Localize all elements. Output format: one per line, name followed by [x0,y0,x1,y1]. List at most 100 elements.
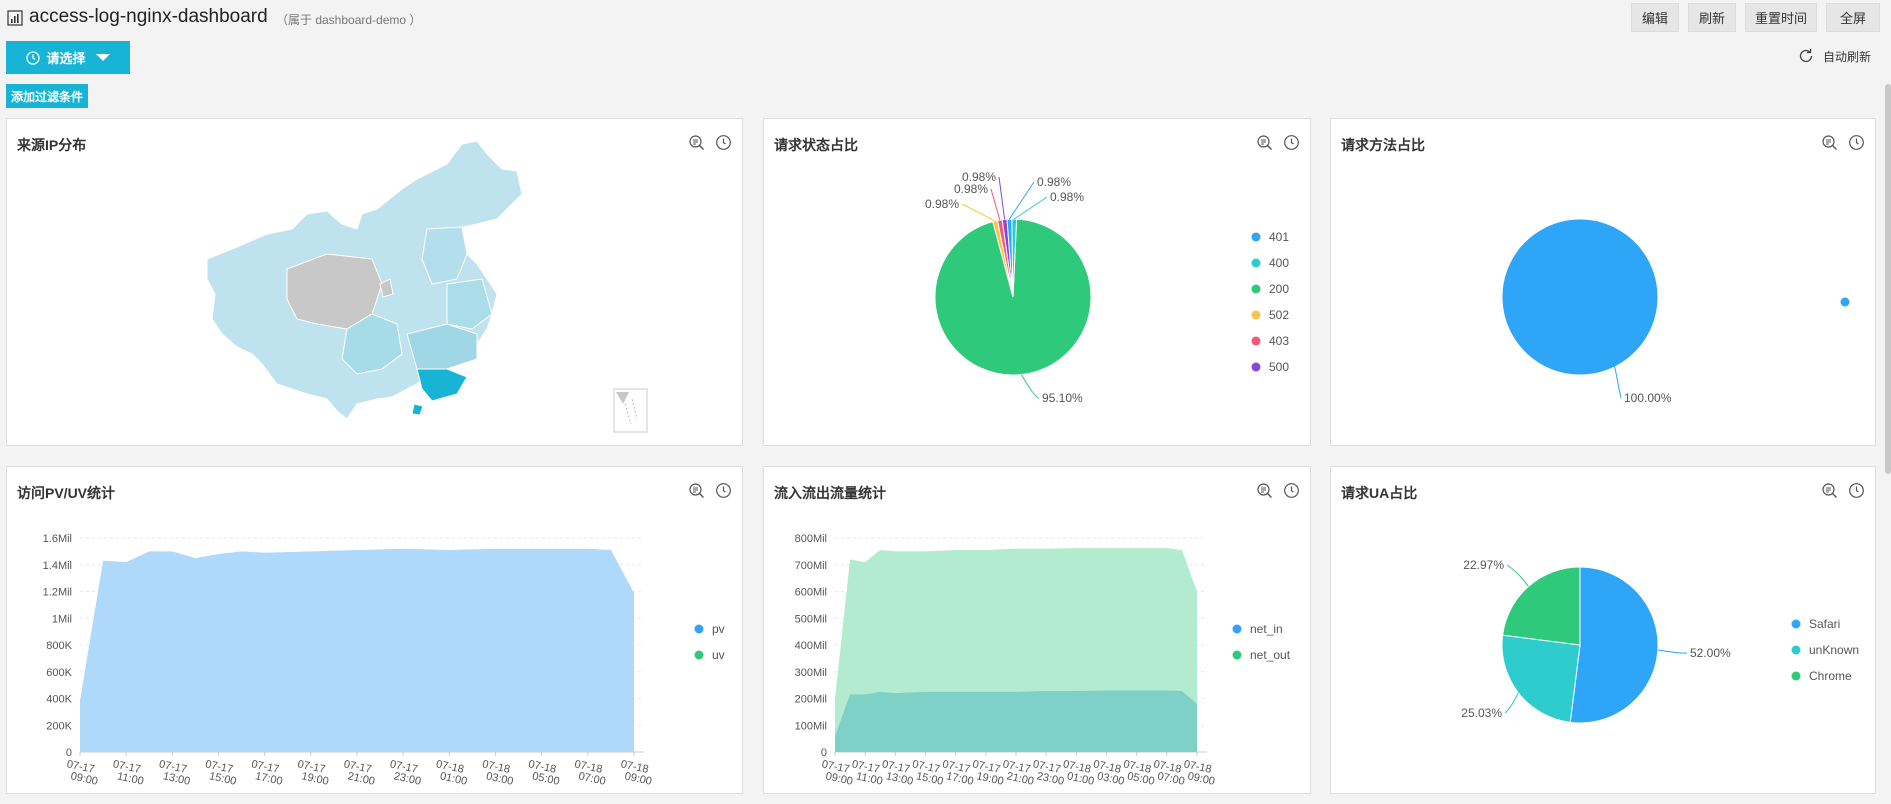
y-tick-label: 800K [46,640,72,652]
x-tick-label: 07-1803:00 [1090,758,1128,788]
x-tick-label: 07-1809:00 [1180,758,1218,788]
status-pie-chart: 95.10%0.98%0.98%0.98% 0.98%0.98%401400200… [925,170,1289,405]
map-region-guangdong[interactable] [416,368,468,402]
legend-marker-Safari [1791,619,1801,629]
legend-label-Safari: Safari [1809,617,1840,631]
panel-ip-distribution: 来源IP分布 [6,118,743,446]
auto-refresh-label: 自动刷新 [1822,49,1871,64]
y-tick-label: 600Mil [795,587,827,599]
time-select-button[interactable]: 请选择 [6,41,130,74]
x-tick-label: 07-1709:00 [63,758,101,788]
x-tick-label: 07-1805:00 [1120,758,1158,788]
pie-leader-line [961,203,996,222]
pie-data-label: 0.98% [954,182,988,196]
panel-status-ratio: 请求状态占比 95.10% 0.98% 0.98% 0.98% 0.98% 0.98% 40… [763,118,1311,446]
traffic-area-chart: 0 100Mil 200Mil 300Mil 400Mil 500Mil 600Mil 700… [795,533,1291,788]
pv-uv-area-chart: 0 200K 400K 600K 800K 1Mil 1.2Mil 1.4Mil 1.6Mil 0… [43,533,725,788]
edit-button[interactable]: 编辑 [1631,3,1679,32]
y-tick-label: 1.4Mil [43,560,72,572]
legend-marker-502 [1251,310,1261,320]
area-series-net_in [835,690,1197,752]
x-tick-label: 07-1715:00 [202,758,240,788]
pie-leader-line [1657,649,1688,654]
panel-traffic: 流入流出流量统计 0 100Mil 200Mil 300Mil 400Mil 500Mil… [763,466,1311,794]
pie-leader-line [1013,196,1048,220]
pie-data-label: 22.97% [1463,558,1504,572]
legend-marker-pv [694,624,704,634]
legend-label-unKnown: unKnown [1809,643,1859,657]
pie-data-label: 0.98% [962,170,996,184]
map-region-hainan[interactable] [411,403,424,416]
x-tick-label: 07-1717:00 [939,758,977,788]
legend-marker-403 [1251,336,1261,346]
page-subtitle: （属于 dashboard-demo ） [276,13,422,27]
add-filter-button[interactable]: 添加过滤条件 [6,84,89,108]
y-tick-label: 0 [821,747,827,759]
legend-label-502: 502 [1269,308,1289,322]
refresh-button[interactable]: 刷新 [1688,3,1736,32]
legend-marker-unKnown [1791,645,1801,655]
legend-marker-401 [1251,232,1261,242]
x-tick-label: 07-1801:00 [433,758,471,788]
legend-label-400: 400 [1269,256,1289,270]
dashboard-chart-icon [7,10,23,26]
x-tick-label: 07-1719:00 [294,758,332,788]
pie-data-label: 52.00% [1690,646,1731,660]
legend-label-net_in: net_in [1250,622,1283,636]
pie-leader-line [1506,564,1529,587]
legend-label-403: 403 [1269,334,1289,348]
legend-marker-200 [1251,284,1261,294]
legend-marker-net_in [1232,624,1242,634]
x-tick-label: 07-1721:00 [999,758,1037,788]
y-tick-label: 400K [46,694,72,706]
legend-marker-500 [1251,362,1261,372]
scrollbar[interactable] [1885,84,1891,474]
y-tick-label: 300Mil [795,667,827,679]
pie-leader-line [990,188,1001,221]
pie-data-label: 0.98% [925,197,959,211]
top-bar: access-log-nginx-dashboard （属于 dashboard… [0,0,1891,36]
x-tick-label: 07-1713:00 [156,758,194,788]
y-tick-label: 200Mil [795,694,827,706]
y-tick-label: 100Mil [795,720,827,732]
time-select-label: 请选择 [46,51,86,66]
pie-slice-0 [1501,218,1659,376]
pie-data-label: 100.00% [1624,391,1672,405]
legend-marker-uv [694,650,704,660]
legend-marker-400 [1251,258,1261,268]
x-tick-label: 07-1723:00 [386,758,424,788]
legend-label-500: 500 [1269,360,1289,374]
refresh-icon [1799,49,1813,63]
x-tick-label: 07-1807:00 [571,758,609,788]
x-tick-label: 07-1713:00 [879,758,917,788]
x-tick-label: 07-1723:00 [1029,758,1067,788]
area-series-pv [80,548,634,752]
y-tick-label: 1.6Mil [43,533,72,545]
fullscreen-button[interactable]: 全屏 [1826,3,1880,32]
pie-leader-line [1020,374,1040,399]
x-tick-label: 07-1809:00 [617,758,655,788]
pie-data-label: 95.10% [1042,391,1083,405]
pie-data-label: 0.98% [1050,190,1084,204]
x-tick-label: 07-1801:00 [1060,758,1098,788]
y-tick-label: 600K [46,667,72,679]
legend-label-401: 401 [1269,230,1289,244]
pie-data-label: 25.03% [1461,706,1502,720]
china-map [206,140,648,433]
pie-slice-Chrome [1502,566,1581,646]
y-tick-label: 700Mil [795,560,827,572]
reset-time-button[interactable]: 重置时间 [1745,3,1817,32]
y-tick-label: 1Mil [52,613,72,625]
pie-slice-Safari [1569,566,1659,724]
ua-pie-chart: 52.00% 25.03% 22.97% Safari unKnown Chrome [1461,558,1859,724]
x-tick-label: 07-1709:00 [818,758,856,788]
legend-label-net_out: net_out [1250,648,1291,662]
auto-refresh-toggle[interactable]: 自动刷新 [1797,47,1871,65]
caret-down-icon [95,54,110,61]
pie-data-label: 0.98% [1037,175,1071,189]
legend-marker-Chrome [1791,671,1801,681]
legend-label-uv: uv [712,648,725,662]
y-tick-label: 400Mil [795,640,827,652]
x-tick-label: 07-1717:00 [248,758,286,788]
x-tick-label: 07-1803:00 [479,758,517,788]
